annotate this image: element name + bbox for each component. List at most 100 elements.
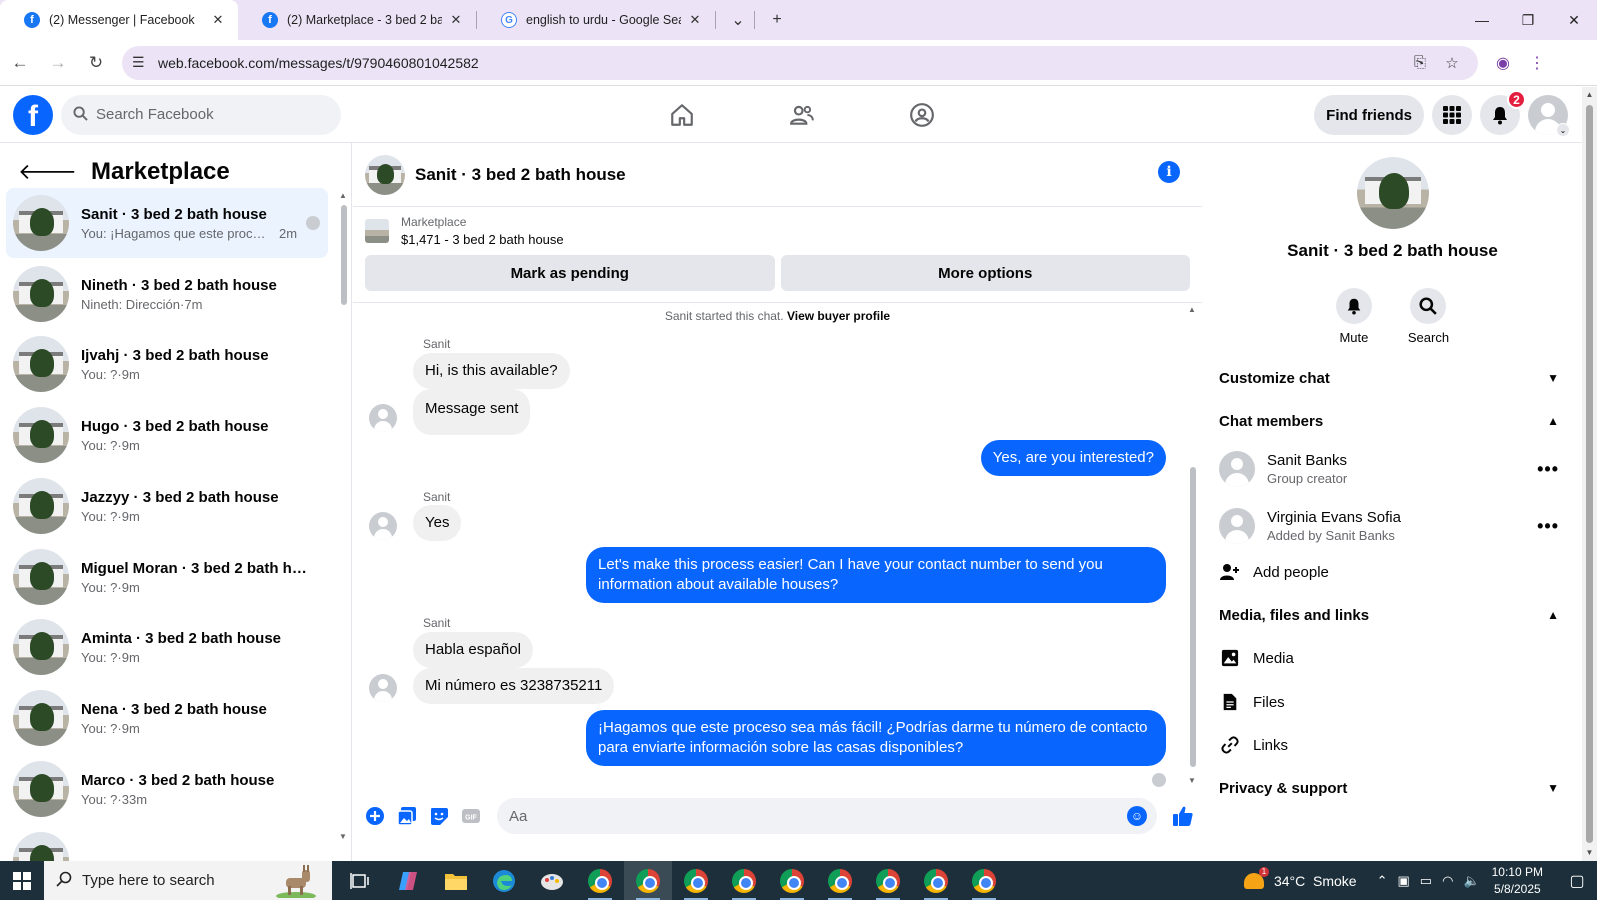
add-people-button[interactable]: Add people bbox=[1219, 554, 1559, 590]
browser-menu-icon[interactable]: ⋮ bbox=[1520, 46, 1554, 80]
conversation-item-partial[interactable] bbox=[6, 825, 328, 861]
conversation-item[interactable]: Hugo · 3 bed 2 bath house You: ? · 9m bbox=[6, 400, 328, 470]
view-buyer-profile-link[interactable]: View buyer profile bbox=[787, 309, 890, 323]
sender-avatar[interactable] bbox=[369, 512, 397, 540]
chrome-icon[interactable] bbox=[912, 861, 960, 900]
tab-search-dropdown-icon[interactable]: ⌄ bbox=[722, 4, 754, 36]
chevron-up-icon[interactable]: ⌃ bbox=[1377, 873, 1388, 889]
like-thumb-icon[interactable] bbox=[1167, 800, 1199, 832]
message-bubble-incoming[interactable]: Habla español bbox=[413, 632, 533, 668]
media-item[interactable]: Media bbox=[1219, 640, 1559, 676]
wifi-icon[interactable]: ◠ bbox=[1442, 873, 1453, 889]
info-icon[interactable]: i bbox=[1158, 161, 1180, 183]
account-chevron-icon[interactable]: ⌄ bbox=[1556, 123, 1570, 137]
photo-gallery-icon[interactable] bbox=[391, 800, 423, 832]
chat-scrollbar[interactable]: ▲ ▼ bbox=[1188, 305, 1198, 785]
chrome-icon[interactable] bbox=[960, 861, 1008, 900]
links-item[interactable]: Links bbox=[1219, 727, 1559, 763]
message-bubble-incoming[interactable]: Hi, is this available? bbox=[413, 353, 570, 389]
close-icon[interactable]: ✕ bbox=[210, 12, 226, 28]
privacy-support-section[interactable]: Privacy & support ▼ bbox=[1219, 770, 1559, 806]
window-close-icon[interactable]: ✕ bbox=[1551, 0, 1597, 40]
member-row[interactable]: Sanit Banks Group creator ••• bbox=[1219, 443, 1559, 495]
sidebar-scroll-thumb[interactable] bbox=[341, 205, 347, 305]
sender-avatar[interactable] bbox=[369, 674, 397, 702]
restore-icon[interactable]: ❐ bbox=[1505, 0, 1551, 40]
copilot-icon[interactable] bbox=[384, 861, 432, 900]
scroll-down-icon[interactable]: ▼ bbox=[339, 832, 347, 841]
conversation-item[interactable]: Nineth · 3 bed 2 bath house Nineth: Dire… bbox=[6, 259, 328, 329]
conversation-item[interactable]: Marco · 3 bed 2 bath house You: ? · 33m bbox=[6, 754, 328, 824]
customize-chat-section[interactable]: Customize chat ▼ bbox=[1219, 360, 1559, 396]
back-arrow-icon[interactable]: 🡐 bbox=[18, 159, 77, 185]
windows-start-icon[interactable] bbox=[0, 861, 44, 900]
chrome-icon[interactable] bbox=[816, 861, 864, 900]
conversation-item[interactable]: Sanit · 3 bed 2 bath house You: ¡Hagamos… bbox=[6, 188, 328, 258]
profile-icon[interactable]: ◉ bbox=[1486, 46, 1520, 80]
conversation-item[interactable]: Jazzyy · 3 bed 2 bath house You: ? · 9m bbox=[6, 471, 328, 541]
site-settings-icon[interactable]: ☰ bbox=[132, 54, 158, 71]
menu-grid-icon[interactable] bbox=[1432, 95, 1472, 135]
conversation-item[interactable]: Nena · 3 bed 2 bath house You: ? · 9m bbox=[6, 683, 328, 753]
volume-icon[interactable]: 🔈 bbox=[1463, 873, 1479, 889]
find-friends-button[interactable]: Find friends bbox=[1314, 95, 1424, 135]
paint-app-icon[interactable] bbox=[528, 861, 576, 900]
page-scroll-thumb[interactable] bbox=[1586, 105, 1593, 843]
search-in-chat-button[interactable]: Search bbox=[1408, 288, 1449, 345]
page-scrollbar[interactable]: ▲ ▼ bbox=[1582, 87, 1597, 861]
action-center-icon[interactable]: ▢ bbox=[1557, 871, 1597, 891]
chat-title[interactable]: Sanit · 3 bed 2 bath house bbox=[415, 165, 626, 185]
scroll-up-icon[interactable]: ▲ bbox=[1188, 305, 1196, 314]
facebook-search-input[interactable]: Search Facebook bbox=[61, 94, 341, 135]
chat-thumbnail[interactable] bbox=[365, 154, 405, 195]
friends-icon[interactable] bbox=[742, 87, 862, 143]
tab-messenger[interactable]: f (2) Messenger | Facebook ✕ bbox=[0, 0, 238, 40]
forward-icon[interactable]: → bbox=[40, 45, 76, 81]
install-app-icon[interactable]: ⎘ bbox=[1404, 54, 1436, 71]
scroll-up-icon[interactable]: ▲ bbox=[339, 191, 347, 200]
minimize-icon[interactable]: — bbox=[1459, 0, 1505, 40]
bookmark-star-icon[interactable]: ☆ bbox=[1436, 54, 1468, 72]
new-tab-icon[interactable]: + bbox=[761, 4, 793, 36]
files-item[interactable]: Files bbox=[1219, 684, 1559, 720]
chrome-icon[interactable] bbox=[672, 861, 720, 900]
more-options-button[interactable]: More options bbox=[780, 255, 1190, 291]
file-explorer-icon[interactable] bbox=[432, 861, 480, 900]
chrome-icon[interactable] bbox=[720, 861, 768, 900]
listing-thumbnail[interactable] bbox=[365, 219, 389, 243]
scroll-down-icon[interactable]: ▼ bbox=[1582, 845, 1597, 861]
details-avatar[interactable] bbox=[1357, 157, 1429, 229]
media-files-links-section[interactable]: Media, files and links ▲ bbox=[1219, 597, 1559, 633]
more-options-icon[interactable]: ••• bbox=[1537, 516, 1559, 537]
groups-icon[interactable] bbox=[862, 87, 982, 143]
mark-as-pending-button[interactable]: Mark as pending bbox=[365, 255, 775, 291]
chrome-icon[interactable] bbox=[768, 861, 816, 900]
close-icon[interactable]: ✕ bbox=[448, 12, 464, 28]
facebook-logo-icon[interactable]: f bbox=[13, 94, 53, 135]
message-bubble-incoming[interactable]: Yes bbox=[413, 505, 462, 541]
sender-avatar[interactable] bbox=[369, 404, 397, 432]
chrome-icon[interactable] bbox=[864, 861, 912, 900]
chat-members-section[interactable]: Chat members ▲ bbox=[1219, 403, 1559, 439]
message-bubble-outgoing[interactable]: Yes, are you interested? bbox=[980, 440, 1166, 476]
battery-icon[interactable]: ▭ bbox=[1420, 873, 1432, 889]
message-bubble-incoming[interactable]: Message sent bbox=[413, 389, 531, 435]
conversation-item[interactable]: Aminta · 3 bed 2 bath house You: ? · 9m bbox=[6, 612, 328, 682]
plus-circle-icon[interactable] bbox=[359, 800, 391, 832]
taskbar-search-input[interactable]: Type here to search bbox=[44, 861, 332, 900]
back-icon[interactable]: ← bbox=[2, 45, 38, 81]
chrome-icon[interactable] bbox=[624, 861, 672, 900]
system-clock[interactable]: 10:10 PM 5/8/2025 bbox=[1492, 864, 1543, 898]
message-input[interactable]: Aa ☺ bbox=[497, 798, 1157, 834]
gif-icon[interactable]: GIF bbox=[455, 800, 487, 832]
sticker-icon[interactable] bbox=[423, 800, 455, 832]
close-icon[interactable]: ✕ bbox=[687, 12, 703, 28]
edge-icon[interactable] bbox=[480, 861, 528, 900]
mute-button[interactable]: Mute bbox=[1335, 288, 1372, 345]
chrome-profile-h-icon[interactable] bbox=[576, 861, 624, 900]
message-bubble-outgoing[interactable]: ¡Hagamos que este proceso sea más fácil!… bbox=[586, 710, 1166, 766]
conversation-item[interactable]: Miguel Moran · 3 bed 2 bath house You: ?… bbox=[6, 542, 328, 612]
omnibox[interactable]: ☰ web.facebook.com/messages/t/9790460801… bbox=[122, 45, 1478, 80]
task-view-icon[interactable] bbox=[336, 861, 384, 900]
listing-price-title[interactable]: $1,471 - 3 bed 2 bath house bbox=[401, 232, 564, 247]
